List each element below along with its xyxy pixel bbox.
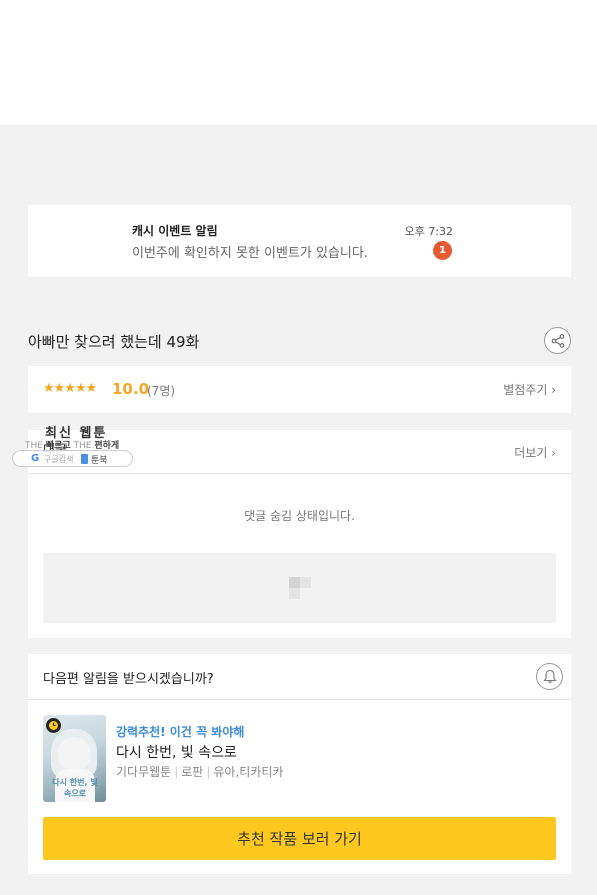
thumbnail-character-face	[57, 737, 91, 771]
ad-placeholder[interactable]	[43, 553, 556, 623]
notification-title: 캐시 이벤트 알림	[132, 224, 218, 238]
alarm-question: 다음편 알림을 받으시겠습니까?	[43, 672, 214, 687]
google-icon: G	[31, 453, 40, 464]
share-icon	[551, 333, 564, 348]
recommendation-authors: 유아,티카티카	[213, 765, 284, 779]
star-rating-icons: ★★★★★	[43, 381, 97, 396]
recommendation-category: 로판	[181, 765, 204, 779]
bell-icon	[542, 669, 557, 683]
rate-button[interactable]: 별점주기 ›	[503, 381, 556, 398]
google-search-label: 구글검색	[44, 455, 74, 464]
recommendation-thumbnail[interactable]: 다시 한번, 빛 속으로	[43, 715, 106, 802]
toonbook-label: 툰북	[91, 456, 108, 466]
meta-divider: |	[206, 765, 211, 779]
comments-hidden-message: 댓글 숨김 상태입니다.	[244, 509, 355, 523]
rating-card: ★★★★★ 10.0 (7명) 별점주기 ›	[28, 366, 571, 413]
episode-title: 아빠만 찾으려 했는데 49화	[28, 333, 200, 351]
widget-search-bar[interactable]: G 구글검색 툰북	[12, 450, 133, 467]
view-recommendation-button[interactable]: 추천 작품 보러 가기	[43, 817, 556, 860]
thumbnail-logo-text: 다시 한번, 빛 속으로	[52, 778, 98, 798]
recommendation-title[interactable]: 다시 한번, 빛 속으로	[116, 742, 237, 762]
floating-webtoon-widget[interactable]: 최신 웹툰 대군 THE 빠르고 THE 편하게 G 구글검색 툰북	[12, 420, 137, 470]
notification-badge: 1	[433, 241, 452, 260]
top-blank-area	[0, 0, 597, 125]
comments-more-link[interactable]: 더보기 ›	[514, 444, 556, 461]
rating-voter-count: (7명)	[147, 384, 176, 398]
recommendation-meta: 기다무웹툰 | 로판 | 유아,티카티카	[116, 763, 283, 780]
clock-icon	[46, 718, 61, 733]
alarm-header: 다음편 알림을 받으시겠습니까?	[28, 654, 571, 700]
notification-time: 오후 7:32	[404, 225, 453, 238]
recommendation-genre: 기다무웹툰	[116, 765, 172, 779]
book-icon	[81, 454, 88, 464]
recommendation-tag: 강력추천! 이건 꼭 봐야해	[116, 725, 245, 739]
rating-score: 10.0	[112, 380, 150, 398]
meta-divider: |	[174, 765, 179, 779]
notification-message: 이번주에 확인하지 못한 이벤트가 있습니다.	[132, 246, 368, 261]
next-episode-alarm-card: 다음편 알림을 받으시겠습니까? 다시 한번, 빛 속으로 강력추천! 이건 꼭…	[28, 654, 571, 874]
alarm-toggle-button[interactable]	[536, 663, 563, 690]
share-button[interactable]	[544, 327, 571, 354]
event-notification-card[interactable]: 캐시 이벤트 알림 이번주에 확인하지 못한 이벤트가 있습니다. 오후 7:3…	[28, 205, 571, 277]
ad-logo-icon	[289, 577, 311, 599]
